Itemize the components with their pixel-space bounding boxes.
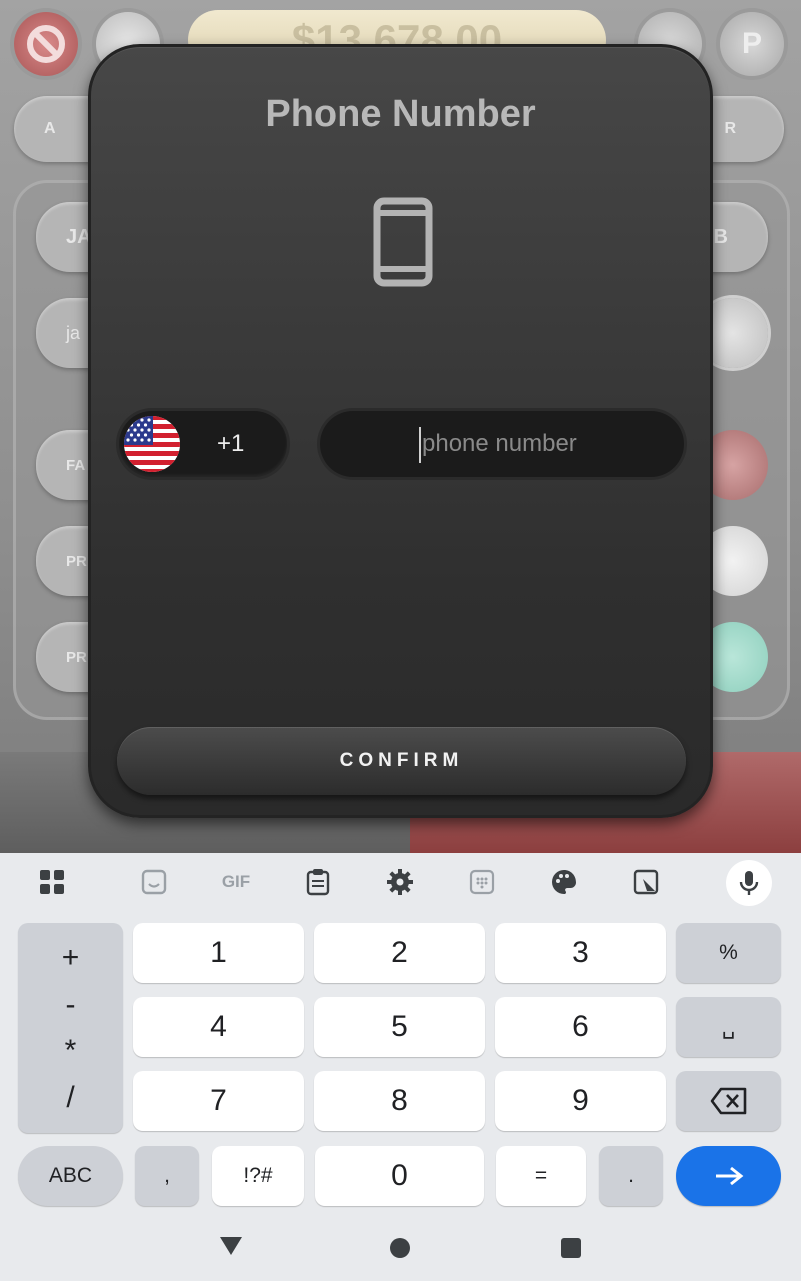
key-5[interactable]: 5	[314, 997, 485, 1057]
plus-label: +	[61, 941, 80, 975]
key-period[interactable]: .	[599, 1146, 663, 1206]
operators-key[interactable]: + - * /	[18, 923, 123, 1133]
dialog-title: Phone Number	[265, 93, 536, 135]
key-comma[interactable]: ,	[135, 1146, 199, 1206]
block-icon	[14, 12, 78, 76]
microphone-button[interactable]	[726, 860, 772, 906]
key-1[interactable]: 1	[133, 923, 304, 983]
key-9[interactable]: 9	[495, 1071, 666, 1131]
divide-label: /	[66, 1080, 75, 1114]
key-symbols[interactable]: !?#	[212, 1146, 304, 1206]
numeric-keyboard: GIF + - * / 1 2 3 % 4 5 6 ␣ 7 8 9 ABC , …	[0, 853, 801, 1281]
text-caret	[419, 427, 421, 463]
keypad-icon[interactable]	[467, 867, 497, 897]
us-flag-icon	[123, 415, 181, 478]
key-8[interactable]: 8	[314, 1071, 485, 1131]
back-nav-icon[interactable]	[219, 1236, 243, 1261]
multiply-label: *	[64, 1034, 77, 1068]
microphone-icon	[739, 871, 759, 895]
dial-code-label: +1	[217, 430, 245, 457]
floating-keyboard-icon[interactable]	[631, 867, 661, 897]
apps-grid-icon[interactable]	[37, 867, 67, 897]
key-2[interactable]: 2	[314, 923, 485, 983]
home-nav-icon[interactable]	[390, 1238, 410, 1258]
key-3[interactable]: 3	[495, 923, 666, 983]
navigation-bar	[0, 1218, 801, 1281]
key-4[interactable]: 4	[133, 997, 304, 1057]
settings-gear-icon[interactable]	[385, 867, 415, 897]
gif-icon[interactable]: GIF	[218, 867, 254, 897]
sticker-icon[interactable]	[139, 867, 169, 897]
key-6[interactable]: 6	[495, 997, 666, 1057]
key-7[interactable]: 7	[133, 1071, 304, 1131]
phone-number-dialog: Phone Number +1 phone number CONFIRM	[88, 44, 713, 818]
key-space[interactable]: ␣	[676, 997, 781, 1057]
key-0[interactable]: 0	[315, 1146, 484, 1206]
phone-number-input[interactable]	[320, 411, 684, 477]
backspace-icon	[710, 1087, 746, 1115]
clipboard-icon[interactable]	[303, 867, 333, 897]
enter-key[interactable]	[676, 1146, 781, 1206]
recents-nav-icon[interactable]	[561, 1238, 581, 1258]
key-equals[interactable]: =	[496, 1146, 586, 1206]
key-backspace[interactable]	[676, 1071, 781, 1131]
country-code-selector[interactable]: +1	[119, 411, 287, 477]
palette-icon[interactable]	[549, 867, 579, 897]
arrow-right-icon	[715, 1166, 743, 1186]
minus-label: -	[65, 987, 76, 1021]
key-percent[interactable]: %	[676, 923, 781, 983]
confirm-button[interactable]: CONFIRM	[117, 727, 686, 795]
smartphone-icon	[373, 197, 433, 292]
key-abc[interactable]: ABC	[18, 1146, 123, 1206]
logo-icon: P	[720, 12, 784, 76]
